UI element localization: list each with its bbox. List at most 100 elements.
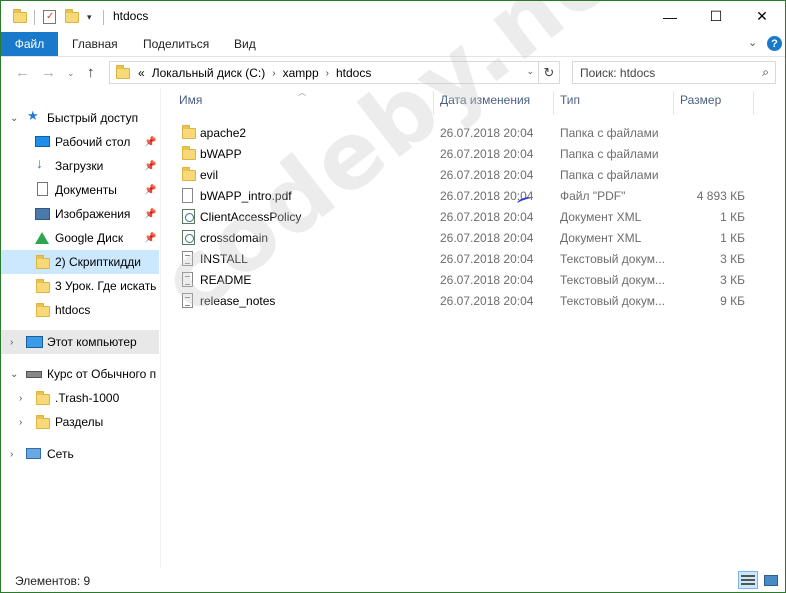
nav-item-downloads[interactable]: ↓ Загрузки 📌 [1,154,159,178]
large-icons-view-button[interactable] [761,571,781,589]
tab-view[interactable]: Вид [234,37,256,51]
pane-divider[interactable] [160,88,161,568]
help-icon[interactable]: ? [767,36,782,51]
customize-toolbar-button[interactable]: ▾ [87,8,92,26]
nav-network[interactable]: › Сеть [1,442,159,466]
minimize-button[interactable]: — [647,1,693,32]
nav-drive[interactable]: ⌄ Курс от Обычного п [1,362,159,386]
file-name: INSTALL [200,252,248,266]
details-view-icon [741,575,755,585]
nav-label: htdocs [55,303,91,317]
pin-icon: 📌 [144,184,157,196]
chevron-right-icon[interactable]: › [326,68,329,79]
recent-locations-icon[interactable]: ⌄ [67,68,75,79]
column-header-type[interactable]: Тип [560,93,580,115]
tab-home[interactable]: Главная [72,37,118,51]
nav-item-scriptkiddie[interactable]: 2) Скрипткидди [1,250,159,274]
file-type: Текстовый докум... [560,294,665,308]
file-name: evil [200,168,219,182]
chevron-right-icon[interactable]: › [10,337,13,348]
nav-item-htdocs[interactable]: htdocs [1,298,159,322]
file-name: bWAPP_intro.pdf [200,189,292,203]
breadcrumb-item-drive[interactable]: Локальный диск (C:) [152,66,266,80]
file-row[interactable]: evil 26.07.2018 20:04 Папка с файлами [173,164,753,185]
file-date: 26.07.2018 20:04 [440,273,534,287]
nav-label: Загрузки [55,159,104,173]
search-box[interactable]: ⌕ [572,61,776,84]
folder-icon [36,279,50,293]
tab-share[interactable]: Поделиться [143,37,209,51]
file-row[interactable]: apache2 26.07.2018 20:04 Папка с файлами [173,122,753,143]
nav-item-desktop[interactable]: Рабочий стол 📌 [1,130,159,154]
refresh-button[interactable]: ↻ [539,61,560,84]
breadcrumb-item-htdocs[interactable]: htdocs [336,66,371,80]
nav-label: Курс от Обычного п [47,367,157,381]
chevron-down-icon[interactable]: ⌄ [10,369,18,380]
close-button[interactable]: ✕ [739,1,785,32]
file-row[interactable]: bWAPP 26.07.2018 20:04 Папка с файлами [173,143,753,164]
properties-icon: ✓ [43,10,56,24]
breadcrumb-item-xampp[interactable]: xampp [283,66,319,80]
column-header-size[interactable]: Размер [680,93,721,115]
address-bar[interactable]: « Локальный диск (C:) › xampp › htdocs ⌄ [109,61,539,84]
file-date: 26.07.2018 20:04 [440,168,534,182]
chevron-right-icon[interactable]: › [19,417,22,428]
chevron-right-icon[interactable]: › [272,68,275,79]
details-view-button[interactable] [738,571,758,589]
file-row[interactable]: README 26.07.2018 20:04 Текстовый докум.… [173,269,753,290]
nav-item-trash[interactable]: › .Trash-1000 [1,386,159,410]
folder-icon [182,125,196,139]
xml-file-icon [182,230,195,245]
nav-item-pictures[interactable]: Изображения 📌 [1,202,159,226]
file-type: Текстовый докум... [560,252,665,266]
nav-quick-access[interactable]: ⌄ ★ Быстрый доступ [1,106,159,130]
toolbar-separator [103,10,104,25]
file-row[interactable]: ClientAccessPolicy 26.07.2018 20:04 Доку… [173,206,753,227]
folder-icon [36,303,50,317]
tab-file[interactable]: Файл [1,32,58,56]
file-row[interactable]: release_notes 26.07.2018 20:04 Текстовый… [173,290,753,311]
nav-label: .Trash-1000 [55,391,120,405]
pin-icon: 📌 [144,136,157,148]
column-divider[interactable] [753,91,754,115]
chevron-right-icon[interactable]: › [10,449,13,460]
breadcrumb-overflow[interactable]: « [138,66,145,80]
file-row[interactable]: INSTALL 26.07.2018 20:04 Текстовый докум… [173,248,753,269]
column-header-date[interactable]: Дата изменения [440,93,530,115]
nav-item-lesson3[interactable]: 3 Урок. Где искать [1,274,159,298]
nav-item-sections[interactable]: › Разделы [1,410,159,434]
file-type: Документ XML [560,231,642,245]
nav-item-google-drive[interactable]: Google Диск 📌 [1,226,159,250]
desktop-icon [35,136,50,147]
column-divider[interactable] [433,91,434,115]
column-divider[interactable] [673,91,674,115]
file-size: 3 КБ [720,252,745,266]
folder-icon [36,415,50,429]
maximize-button[interactable]: ☐ [693,1,739,32]
new-folder-button[interactable] [65,8,79,26]
nav-this-pc[interactable]: › Этот компьютер [1,330,159,354]
column-header-name[interactable]: Имя [179,93,202,115]
column-divider[interactable] [553,91,554,115]
chevron-right-icon[interactable]: › [19,393,22,404]
file-row[interactable]: crossdomain 26.07.2018 20:04 Документ XM… [173,227,753,248]
back-arrow-icon[interactable]: ← [15,64,30,81]
forward-arrow-icon[interactable]: → [41,64,56,81]
expand-ribbon-icon[interactable]: ⌄ [748,36,757,49]
nav-label: Рабочий стол [55,135,131,149]
search-input[interactable] [580,65,750,80]
nav-item-documents[interactable]: Документы 📌 [1,178,159,202]
properties-button[interactable]: ✓ [43,8,56,26]
navigation-pane: ⌄ ★ Быстрый доступ Рабочий стол 📌 ↓ Загр… [1,100,161,568]
address-dropdown-icon[interactable]: ⌄ [526,66,534,77]
up-arrow-icon[interactable]: ↑ [87,64,95,81]
file-row[interactable]: bWAPP_intro.pdf 26.07.2018 20:04 Файл "P… [173,185,753,206]
file-name: bWAPP [200,147,242,161]
star-icon: ★ [27,108,39,123]
pin-icon: 📌 [144,160,157,172]
pdf-file-icon [182,188,193,203]
chevron-down-icon[interactable]: ⌄ [10,113,18,124]
status-bar: Элементов: 9 [1,568,785,592]
pin-icon: 📌 [144,232,157,244]
search-icon[interactable]: ⌕ [762,65,769,80]
